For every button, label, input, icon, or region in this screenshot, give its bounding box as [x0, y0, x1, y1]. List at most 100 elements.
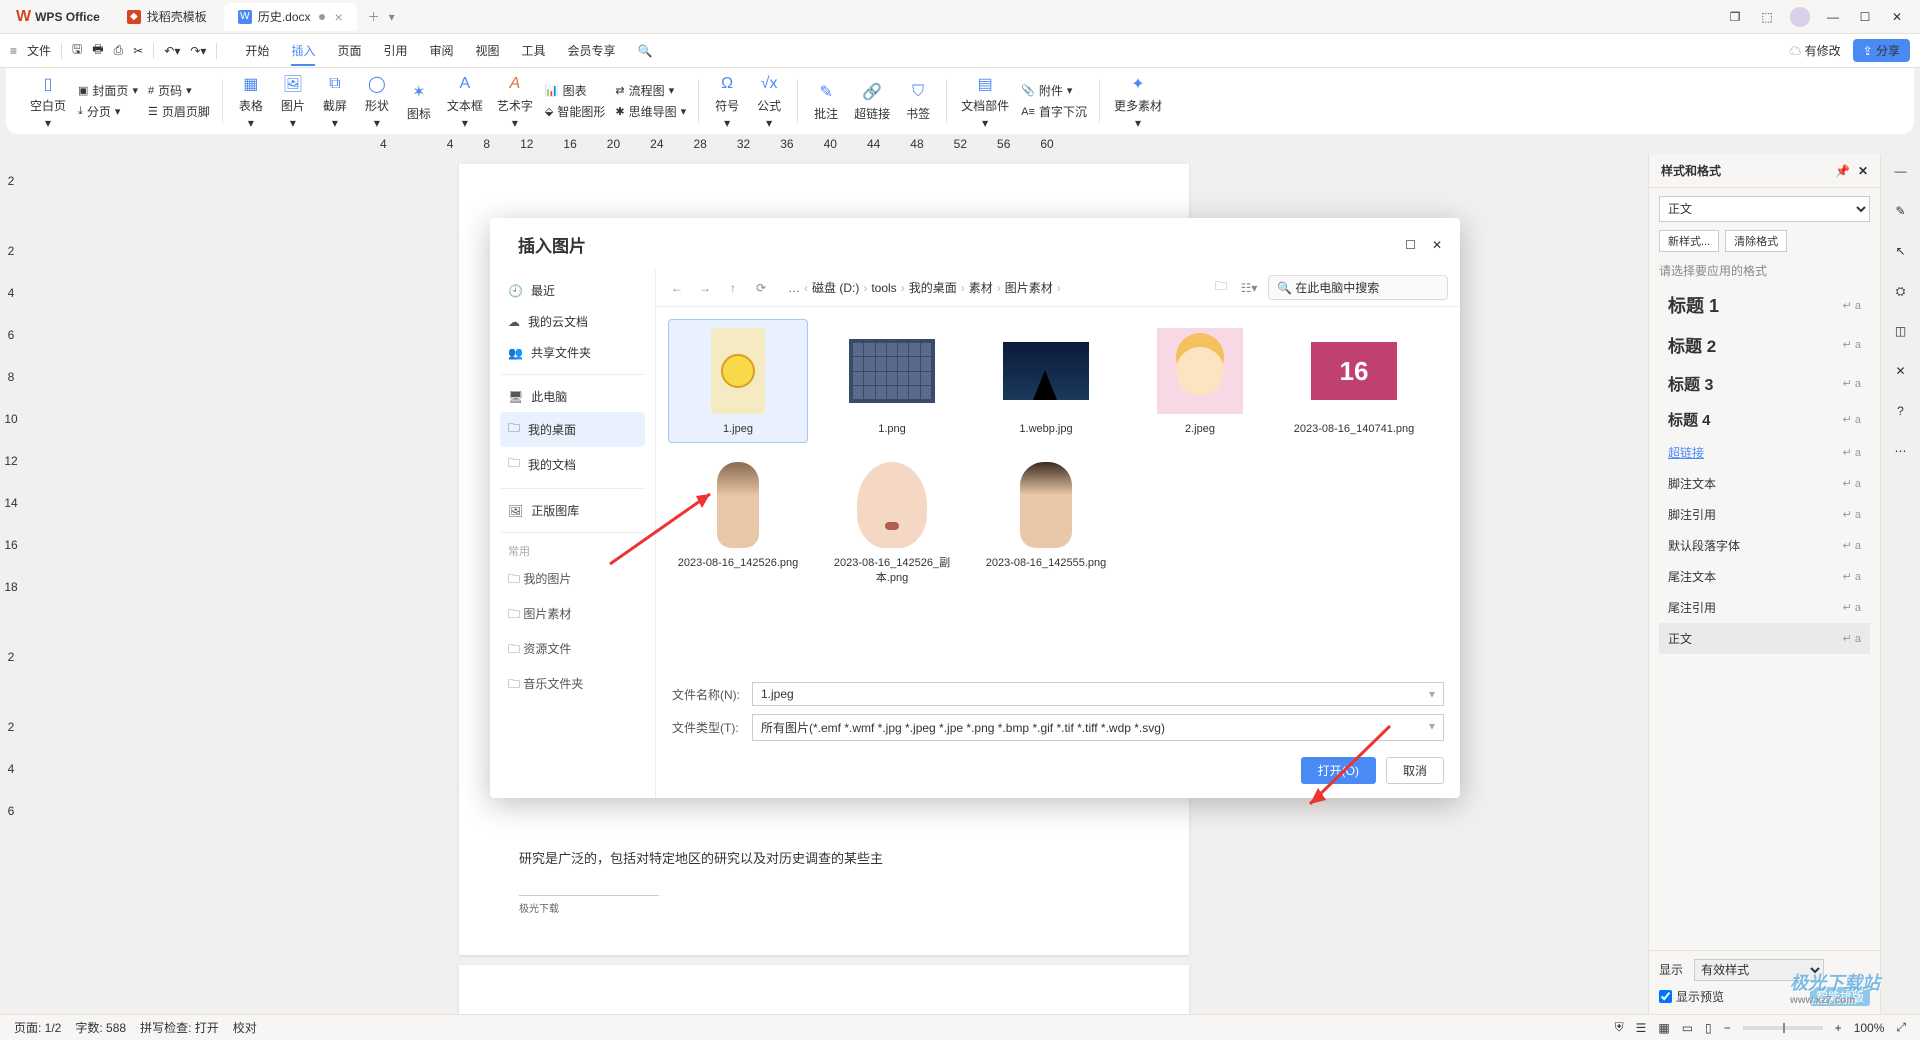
document-page-2[interactable] [459, 965, 1189, 1014]
nav-forward-icon[interactable]: → [696, 279, 714, 297]
more-tools-icon[interactable]: ⋯ [1890, 440, 1912, 462]
formula-button[interactable]: √x公式▾ [749, 69, 789, 134]
search-input[interactable]: 🔍 在此电脑中搜索 [1268, 275, 1448, 300]
sidebar-item-documents[interactable]: 🗀 我的文档 [500, 447, 645, 482]
new-tab-button[interactable]: ＋ [365, 8, 383, 26]
view-web-icon[interactable]: ▯ [1705, 1021, 1712, 1035]
style-item[interactable]: 脚注引用↵ a [1659, 499, 1870, 530]
comment-button[interactable]: ✎批注 [806, 77, 846, 126]
avatar-icon[interactable] [1790, 7, 1810, 27]
doc-parts-button[interactable]: ▤文档部件▾ [955, 69, 1015, 134]
mindmap-button[interactable]: ✱ 思维导图▾ [611, 102, 690, 121]
sidebar-item-common[interactable]: 🗀 资源文件 [500, 633, 645, 668]
filename-input[interactable]: 1.jpeg▾ [752, 682, 1444, 706]
sidebar-item-common[interactable]: 🗀 音乐文件夹 [500, 668, 645, 703]
breadcrumb-segment[interactable]: tools [871, 281, 896, 295]
shape-button[interactable]: ◯形状▾ [357, 69, 397, 134]
style-item[interactable]: 标题 4↵ a [1659, 402, 1870, 437]
menu-tab-2[interactable]: 页面 [337, 36, 361, 65]
cube-icon[interactable]: ⬚ [1758, 8, 1776, 26]
dialog-max-icon[interactable]: ☐ [1405, 238, 1416, 252]
nav-up-icon[interactable]: ↑ [724, 279, 742, 297]
close-button[interactable]: ✕ [1888, 8, 1906, 26]
sidebar-item-desktop[interactable]: 🗀 我的桌面 [500, 412, 645, 447]
redo-icon[interactable]: ↷▾ [190, 44, 206, 58]
zoom-level[interactable]: 100% [1854, 1021, 1885, 1035]
wordart-button[interactable]: A艺术字▾ [491, 69, 539, 134]
maximize-button[interactable]: ☐ [1856, 8, 1874, 26]
style-item[interactable]: 默认段落字体↵ a [1659, 530, 1870, 561]
breadcrumb[interactable]: … ‹磁盘 (D:)›tools›我的桌面›素材›图片素材› [780, 279, 1202, 296]
close-icon[interactable]: × [335, 9, 343, 25]
style-item[interactable]: 超链接↵ a [1659, 437, 1870, 468]
blank-page-button[interactable]: ▯空白页▾ [24, 69, 72, 134]
chart-button[interactable]: 📊 图表 [541, 81, 609, 100]
menu-tab-4[interactable]: 审阅 [429, 36, 453, 65]
view-mode-icon[interactable]: ☷▾ [1240, 279, 1258, 297]
undo-icon[interactable]: ↶▾ [164, 44, 180, 58]
dropcap-button[interactable]: A≡ 首字下沉 [1017, 102, 1091, 121]
view-shield-icon[interactable]: ⛨ [1615, 1020, 1624, 1035]
file-item[interactable]: 2.jpeg [1130, 319, 1270, 443]
tab-document[interactable]: W历史.docx× [224, 3, 357, 31]
page-break-button[interactable]: ⤓ 分页▾ [74, 102, 142, 121]
style-item[interactable]: 正文↵ a [1659, 623, 1870, 654]
share-button[interactable]: ⇪ 分享 [1853, 39, 1910, 62]
horizontal-ruler[interactable]: 44812162024283236404448525660 [350, 134, 1570, 154]
help-icon[interactable]: ? [1890, 400, 1912, 422]
dialog-close-icon[interactable]: ✕ [1432, 238, 1442, 252]
pin-icon[interactable]: 📌 [1835, 164, 1850, 178]
header-footer-button[interactable]: ☰ 页眉页脚 [144, 102, 214, 121]
proof-status[interactable]: 校对 [233, 1019, 257, 1036]
page-indicator[interactable]: 页面: 1/2 [14, 1019, 61, 1036]
new-style-button[interactable]: 新样式... [1659, 230, 1719, 252]
menu-tab-3[interactable]: 引用 [383, 36, 407, 65]
word-count[interactable]: 字数: 588 [75, 1019, 126, 1036]
view-page-icon[interactable]: ☰ [1636, 1021, 1647, 1035]
preview-checkbox[interactable] [1659, 990, 1672, 1003]
flowchart-button[interactable]: ⇄ 流程图▾ [611, 81, 690, 100]
sidebar-item-thispc[interactable]: 🖥 此电脑 [500, 381, 645, 412]
vertical-ruler[interactable]: 2246810121416182246 [2, 154, 20, 1014]
view-layout-icon[interactable]: ▦ [1658, 1021, 1669, 1035]
current-style-select[interactable]: 正文 [1659, 196, 1870, 222]
panel-close-icon[interactable]: ✕ [1858, 164, 1868, 178]
settings-icon[interactable]: ⛭ [1890, 280, 1912, 302]
icon-lib-button[interactable]: ✶图标 [399, 77, 439, 126]
breadcrumb-segment[interactable]: 素材 [969, 279, 993, 296]
print-icon[interactable]: 🖶 [92, 40, 103, 61]
zoom-slider[interactable] [1743, 1026, 1823, 1030]
table-button[interactable]: ▦表格▾ [231, 69, 271, 134]
sidebar-item-shared[interactable]: 👥 共享文件夹 [500, 337, 645, 368]
nav-refresh-icon[interactable]: ⟳ [752, 279, 770, 297]
file-item[interactable]: 2023-08-16_142526_副本.png [822, 453, 962, 592]
style-item[interactable]: 标题 3↵ a [1659, 364, 1870, 402]
textbox-button[interactable]: A文本框▾ [441, 69, 489, 134]
style-item[interactable]: 脚注文本↵ a [1659, 468, 1870, 499]
clear-format-button[interactable]: 清除格式 [1725, 230, 1787, 252]
sidebar-item-cloud[interactable]: ☁ 我的云文档 [500, 306, 645, 337]
tab-templates[interactable]: ◆找稻壳模板 [113, 3, 221, 31]
nav-back-icon[interactable]: ← [668, 279, 686, 297]
hyperlink-button[interactable]: 🔗超链接 [848, 77, 896, 126]
file-item[interactable]: 1.webp.jpg [976, 319, 1116, 443]
zoom-in-button[interactable]: + [1835, 1021, 1842, 1035]
filetype-select[interactable]: 所有图片(*.emf *.wmf *.jpg *.jpeg *.jpe *.pn… [752, 714, 1444, 741]
file-item[interactable]: 1.jpeg [668, 319, 808, 443]
file-item[interactable]: 2023-08-16_142526.png [668, 453, 808, 592]
file-item[interactable]: 162023-08-16_140741.png [1284, 319, 1424, 443]
sidebar-item-gallery[interactable]: 🖼 正版图库 [500, 495, 645, 526]
menu-tab-7[interactable]: 会员专享 [568, 36, 616, 65]
win-multi-icon[interactable]: ❐ [1726, 8, 1744, 26]
screenshot-button[interactable]: ⧉截屏▾ [315, 69, 355, 134]
sidebar-item-recent[interactable]: 🕘 最近 [500, 275, 645, 306]
print-preview-icon[interactable]: ⎙ [114, 43, 124, 58]
open-button[interactable]: 打开(O) [1301, 757, 1376, 784]
picture-button[interactable]: 🖼图片▾ [273, 69, 313, 134]
cancel-button[interactable]: 取消 [1386, 757, 1444, 784]
file-item[interactable]: 2023-08-16_142555.png [976, 453, 1116, 592]
smartart-button[interactable]: ⬙ 智能图形 [541, 102, 609, 121]
style-item[interactable]: 标题 1↵ a [1659, 285, 1870, 325]
menu-icon[interactable]: ≡ [10, 44, 17, 58]
cover-button[interactable]: ▣ 封面页▾ [74, 81, 142, 100]
